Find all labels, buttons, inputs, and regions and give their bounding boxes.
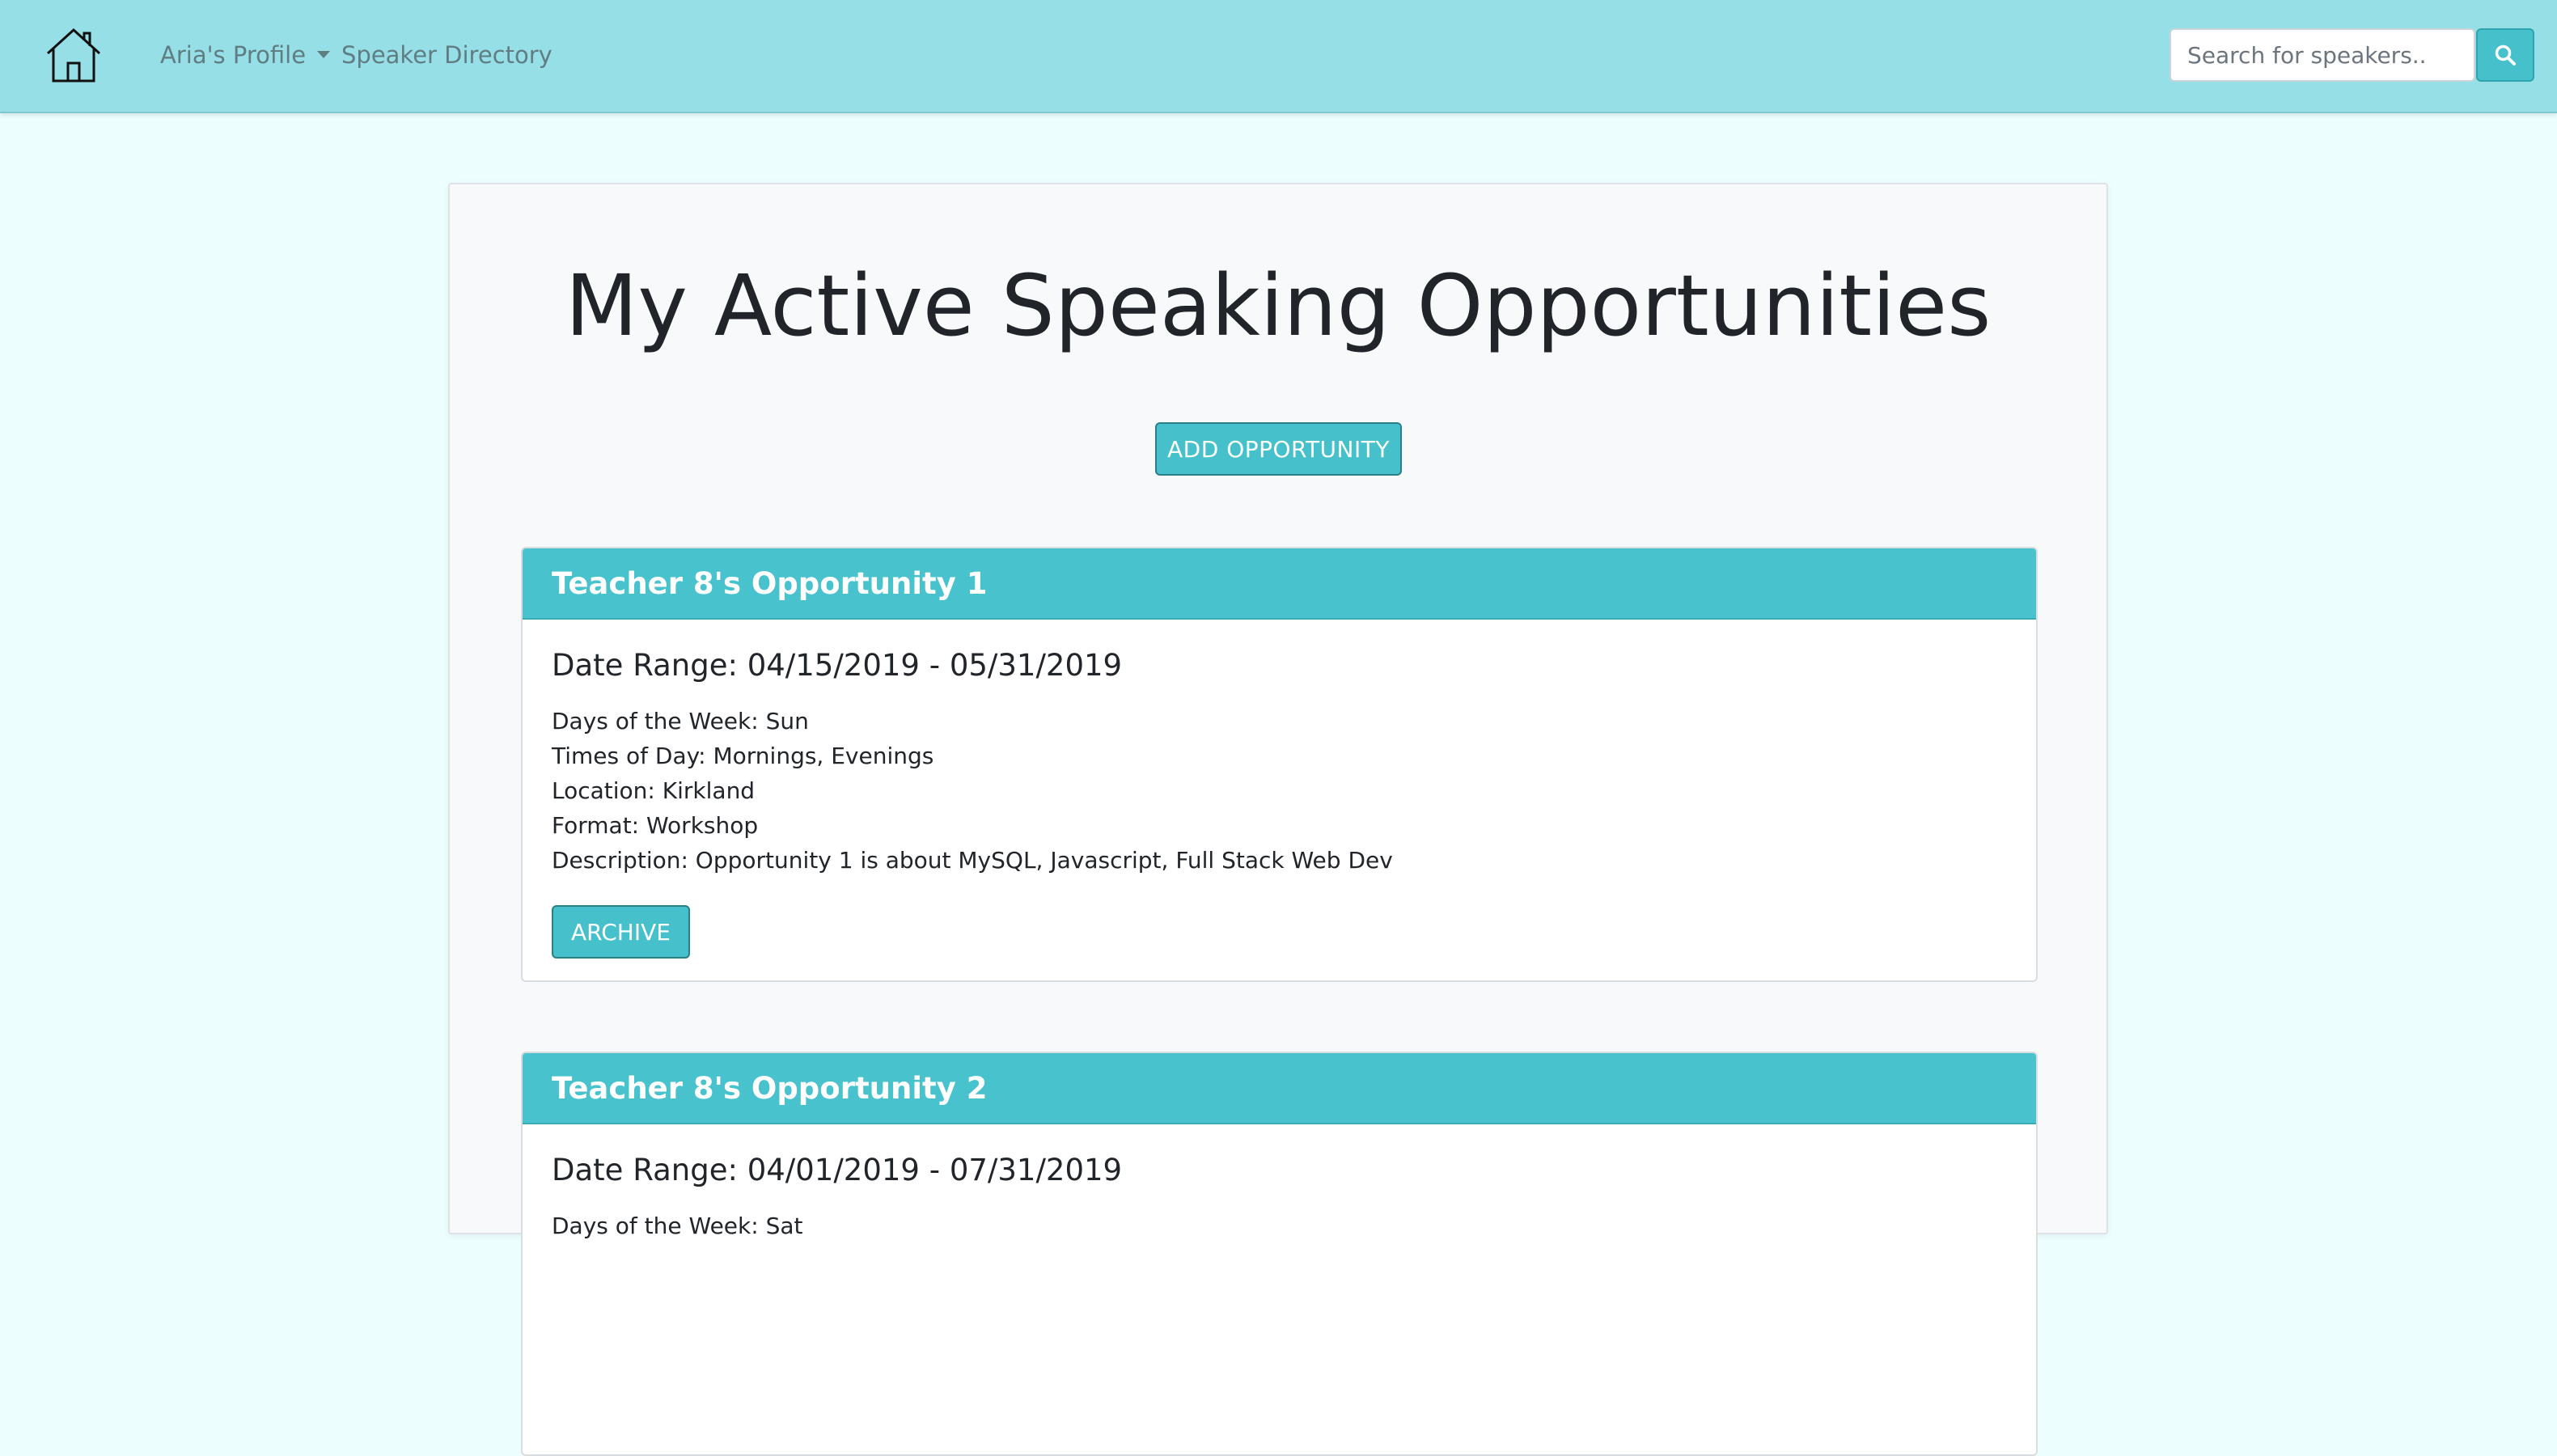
- opportunity-date-range: Date Range: 04/15/2019 - 05/31/2019: [552, 648, 1123, 683]
- opportunity-format: Format: Workshop: [552, 812, 759, 839]
- opportunity-date-range: Date Range: 04/01/2019 - 07/31/2019: [552, 1153, 1123, 1187]
- opportunity-times: Times of Day: Mornings, Evenings: [552, 743, 934, 769]
- search-icon: [2495, 44, 2516, 66]
- nav-speaker-directory-link[interactable]: Speaker Directory: [341, 39, 552, 71]
- caret-down-icon: [317, 50, 331, 58]
- opportunity-days: Days of the Week: Sat: [552, 1213, 803, 1239]
- nav-profile-dropdown[interactable]: Aria's Profile: [160, 39, 331, 71]
- opportunity-description: Description: Opportunity 1 is about MySQ…: [552, 847, 1393, 874]
- page-title: My Active Speaking Opportunities: [565, 256, 1992, 355]
- opportunity-card: Teacher 8's Opportunity 2 Date Range: 04…: [521, 1052, 2038, 1456]
- nav-profile-label: Aria's Profile: [160, 41, 307, 69]
- opportunity-card-title: Teacher 8's Opportunity 2: [523, 1053, 2036, 1124]
- opportunity-card: Teacher 8's Opportunity 1 Date Range: 04…: [521, 547, 2038, 982]
- search-button[interactable]: [2476, 28, 2534, 82]
- main-panel: My Active Speaking Opportunities ADD OPP…: [448, 183, 2108, 1456]
- house-icon[interactable]: [44, 26, 104, 86]
- add-opportunity-button[interactable]: ADD OPPORTUNITY: [1155, 422, 1402, 476]
- archive-button[interactable]: ARCHIVE: [552, 905, 690, 959]
- opportunity-location: Location: Kirkland: [552, 777, 756, 804]
- navbar: Aria's Profile Speaker Directory: [0, 0, 2557, 113]
- opportunity-days: Days of the Week: Sun: [552, 708, 809, 734]
- opportunity-card-body: Date Range: 04/15/2019 - 05/31/2019 Days…: [523, 620, 2036, 980]
- opportunity-card-body: Date Range: 04/01/2019 - 07/31/2019 Days…: [523, 1124, 2036, 1269]
- search-input[interactable]: [2170, 28, 2475, 82]
- opportunity-card-title: Teacher 8's Opportunity 1: [523, 548, 2036, 620]
